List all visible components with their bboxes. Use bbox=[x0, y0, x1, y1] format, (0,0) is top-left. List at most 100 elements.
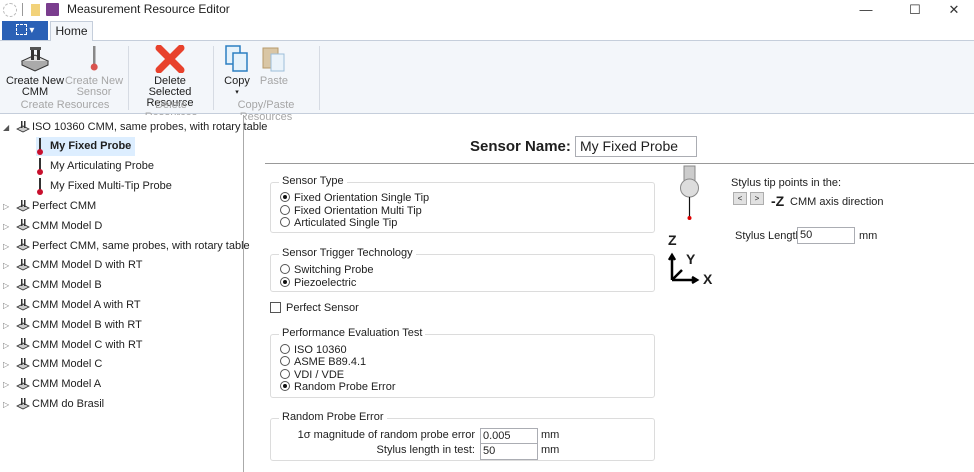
tree-item-label: CMM Model A bbox=[32, 378, 102, 391]
minimize-button[interactable]: — bbox=[848, 0, 884, 20]
tree-item-label: My Fixed Multi-Tip Probe bbox=[50, 180, 172, 192]
probe-icon bbox=[36, 158, 44, 176]
z-axis-label: Z bbox=[668, 232, 677, 248]
radio-icon bbox=[280, 356, 290, 366]
app-menu-button[interactable]: ▾ bbox=[2, 21, 48, 40]
cmm-icon bbox=[16, 318, 30, 331]
y-axis-label: Y bbox=[686, 251, 696, 267]
radio-icon bbox=[280, 381, 290, 391]
prev-direction-button[interactable]: < bbox=[733, 192, 747, 205]
radio-piezoelectric[interactable]: Piezoelectric bbox=[280, 277, 356, 289]
expand-arrow-icon[interactable]: ▷ bbox=[3, 355, 9, 374]
tree-item-label: ISO 10360 CMM, same probes, with rotary … bbox=[32, 121, 268, 133]
sensor-name-input[interactable]: My Fixed Probe bbox=[575, 136, 697, 157]
collapse-arrow-icon[interactable]: ◢ bbox=[3, 118, 9, 137]
create-new-cmm-button[interactable]: Create New CMM bbox=[5, 45, 65, 98]
stylus-length-test-input[interactable]: 50 bbox=[480, 443, 538, 460]
expand-arrow-icon[interactable]: ▷ bbox=[3, 296, 9, 315]
folder-icon[interactable] bbox=[31, 4, 40, 16]
cmm-icon bbox=[16, 199, 30, 213]
group-label: Sensor Type bbox=[279, 175, 347, 187]
probe-icon bbox=[36, 138, 44, 156]
expand-arrow-icon[interactable]: ▷ bbox=[3, 276, 9, 295]
radio-switching-probe[interactable]: Switching Probe bbox=[280, 264, 374, 276]
radio-asme[interactable]: ASME B89.4.1 bbox=[280, 356, 366, 368]
paste-button[interactable]: Paste bbox=[256, 45, 292, 87]
expand-arrow-icon[interactable]: ▷ bbox=[3, 237, 9, 256]
radio-fixed-multi-tip[interactable]: Fixed Orientation Multi Tip bbox=[280, 205, 422, 217]
dropdown-arrow-icon: ▾ bbox=[235, 89, 239, 96]
tree-item-label: CMM Model B bbox=[32, 279, 102, 292]
copy-icon bbox=[225, 45, 248, 72]
stylus-length-input[interactable]: 50 bbox=[797, 227, 855, 244]
expand-arrow-icon[interactable]: ▷ bbox=[3, 197, 9, 216]
radio-iso-10360[interactable]: ISO 10360 bbox=[280, 344, 347, 356]
tree-item-label: My Articulating Probe bbox=[50, 160, 154, 172]
stylus-length-test-label: Stylus length in test: bbox=[376, 444, 475, 456]
tree-item-label: Perfect CMM, same probes, with rotary ta… bbox=[32, 239, 250, 252]
cmm-icon bbox=[16, 219, 30, 232]
next-direction-button[interactable]: > bbox=[750, 192, 764, 205]
separator bbox=[265, 163, 974, 164]
radio-icon bbox=[280, 344, 290, 354]
app-icon bbox=[3, 3, 17, 17]
tree-item-label: My Fixed Probe bbox=[50, 140, 132, 152]
radio-random-probe-error[interactable]: Random Probe Error bbox=[280, 381, 396, 393]
tree-item[interactable]: My Articulating Probe bbox=[36, 157, 154, 176]
save-icon[interactable] bbox=[46, 3, 59, 16]
tree-item[interactable]: ▷ CMM Model C with RT bbox=[0, 336, 142, 355]
maximize-button[interactable]: ☐ bbox=[897, 0, 933, 20]
radio-articulated-single-tip[interactable]: Articulated Single Tip bbox=[280, 217, 397, 229]
tree-item[interactable]: ▷ Perfect CMM, same probes, with rotary t… bbox=[0, 237, 250, 256]
checkbox-label: Perfect Sensor bbox=[286, 302, 359, 314]
radio-label: VDI / VDE bbox=[294, 369, 345, 381]
tree-item-selected[interactable]: My Fixed Probe bbox=[36, 137, 136, 156]
tree-item[interactable]: ▷ CMM Model A with RT bbox=[0, 296, 141, 315]
radio-icon bbox=[280, 369, 290, 379]
probe-icon bbox=[90, 46, 98, 71]
tree-item[interactable]: ▷ Perfect CMM bbox=[0, 197, 96, 216]
unit-label: mm bbox=[859, 230, 878, 242]
expand-arrow-icon[interactable]: ▷ bbox=[3, 375, 9, 394]
tree-item-label: CMM Model D with RT bbox=[32, 259, 143, 272]
app-menu-arrow: ▾ bbox=[29, 25, 35, 36]
expand-arrow-icon[interactable]: ▷ bbox=[3, 217, 9, 236]
resource-tree[interactable]: ◢ ISO 10360 CMM, same probes, with rotary… bbox=[0, 115, 267, 472]
group-separator bbox=[319, 46, 320, 110]
create-new-sensor-button[interactable]: Create New Sensor bbox=[64, 45, 124, 98]
tree-item[interactable]: ▷ CMM do Brasil bbox=[0, 395, 104, 414]
cmm-icon bbox=[16, 298, 30, 312]
radio-icon bbox=[280, 277, 290, 287]
radio-vdi-vde[interactable]: VDI / VDE bbox=[280, 369, 344, 381]
radio-label: Piezoelectric bbox=[294, 277, 357, 289]
tab-home[interactable]: Home bbox=[50, 21, 93, 42]
separator bbox=[22, 3, 23, 16]
close-button[interactable]: ✕ bbox=[936, 0, 972, 20]
tree-item[interactable]: ▷ CMM Model C bbox=[0, 355, 102, 374]
tree-item-label: CMM Model A with RT bbox=[32, 299, 141, 311]
tree-item[interactable]: ▷ CMM Model A bbox=[0, 375, 101, 394]
tree-item[interactable]: ▷ CMM Model B bbox=[0, 276, 102, 295]
tree-item-root[interactable]: ◢ ISO 10360 CMM, same probes, with rotary… bbox=[0, 118, 267, 137]
radio-fixed-single-tip[interactable]: Fixed Orientation Single Tip bbox=[280, 192, 429, 204]
group-separator bbox=[128, 46, 129, 110]
expand-arrow-icon[interactable]: ▷ bbox=[3, 336, 9, 355]
radio-label: ISO 10360 bbox=[294, 344, 347, 356]
label-line-1: Delete Selected bbox=[148, 75, 192, 98]
axis-direction: -Z bbox=[771, 193, 785, 209]
tree-item[interactable]: ▷ CMM Model D with RT bbox=[0, 256, 142, 275]
copy-label: Copy bbox=[224, 75, 250, 87]
tree-item-label: CMM Model C with RT bbox=[32, 338, 143, 351]
perfect-sensor-checkbox[interactable]: Perfect Sensor bbox=[270, 302, 359, 314]
tree-item[interactable]: ▷ CMM Model B with RT bbox=[0, 316, 142, 335]
window-title: Measurement Resource Editor bbox=[67, 2, 230, 16]
expand-arrow-icon[interactable]: ▷ bbox=[3, 395, 9, 414]
radio-label: Fixed Orientation Multi Tip bbox=[294, 205, 422, 217]
tree-item[interactable]: ▷ CMM Model D bbox=[0, 217, 102, 236]
expand-arrow-icon[interactable]: ▷ bbox=[3, 256, 9, 275]
tree-item[interactable]: My Fixed Multi-Tip Probe bbox=[36, 177, 172, 196]
cmm-icon bbox=[20, 47, 50, 72]
copy-button[interactable]: Copy ▾ bbox=[218, 45, 256, 98]
expand-arrow-icon[interactable]: ▷ bbox=[3, 316, 9, 335]
radio-icon bbox=[280, 217, 290, 227]
